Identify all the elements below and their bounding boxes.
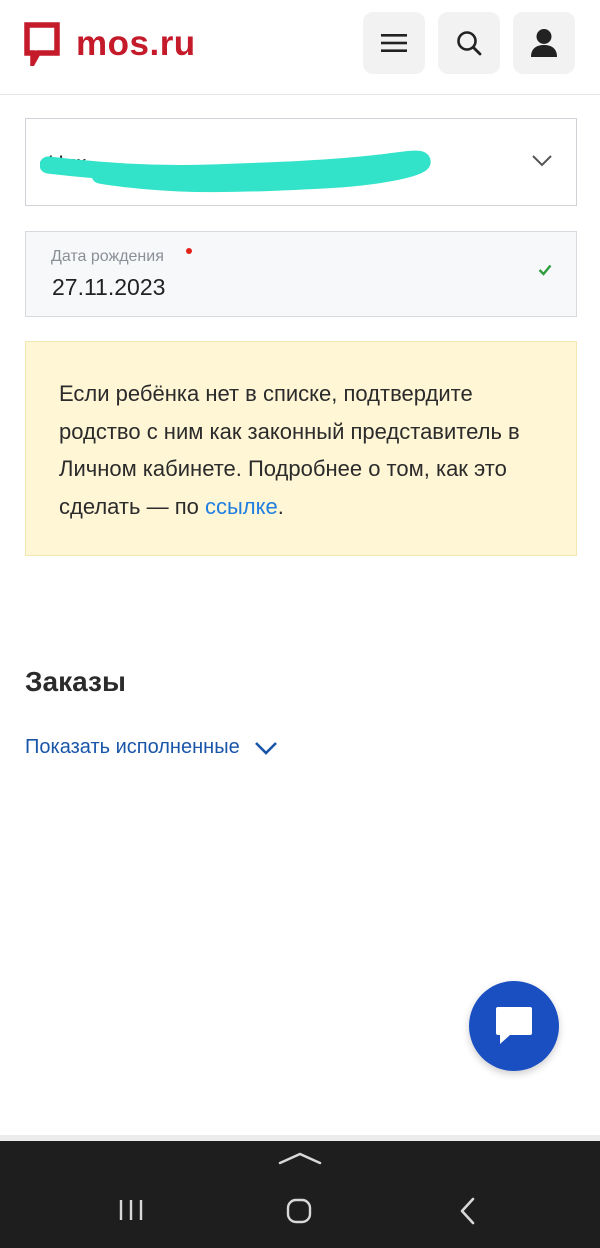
logo-text: mos.ru [76,24,196,63]
chevron-down-icon [254,741,277,755]
birth-date-value: 27.11.2023 [52,274,166,300]
notice-text: Если ребёнка нет в списке, подтвердите р… [59,375,559,525]
header: mos.ru [0,0,600,95]
recents-icon[interactable] [118,1197,144,1223]
notice-box: Если ребёнка нет в списке, подтвердите р… [25,341,577,556]
back-icon[interactable] [458,1197,478,1225]
notice-link[interactable]: ссылке [205,494,278,519]
system-navbar [0,1141,600,1248]
show-completed-toggle[interactable]: Показать исполненные [25,736,278,759]
show-completed-label: Показать исполненные [25,736,240,758]
chat-icon [496,1007,532,1044]
notice-trailing: . [277,493,284,519]
search-icon [457,31,482,56]
hamburger-icon [381,34,407,52]
logo-icon [24,22,60,66]
redaction-scribble [40,150,431,193]
chat-button[interactable] [469,981,559,1071]
logo[interactable]: mos.ru [24,22,196,66]
user-icon [531,29,557,57]
expand-handle-icon[interactable] [278,1151,322,1165]
profile-button[interactable] [513,12,575,74]
required-indicator [186,248,192,254]
notice-body: Если ребёнка нет в списке, подтвердите р… [59,381,520,519]
birth-date-field[interactable]: Дата рождения 27.11.2023 [25,231,577,317]
search-button[interactable] [438,12,500,74]
birth-date-label: Дата рождения [51,248,164,265]
menu-button[interactable] [363,12,425,74]
home-icon[interactable] [285,1197,313,1225]
orders-title: Заказы [25,666,126,697]
chevron-down-icon [532,155,552,167]
child-select[interactable]: Ник [25,118,577,206]
check-icon [538,264,552,276]
